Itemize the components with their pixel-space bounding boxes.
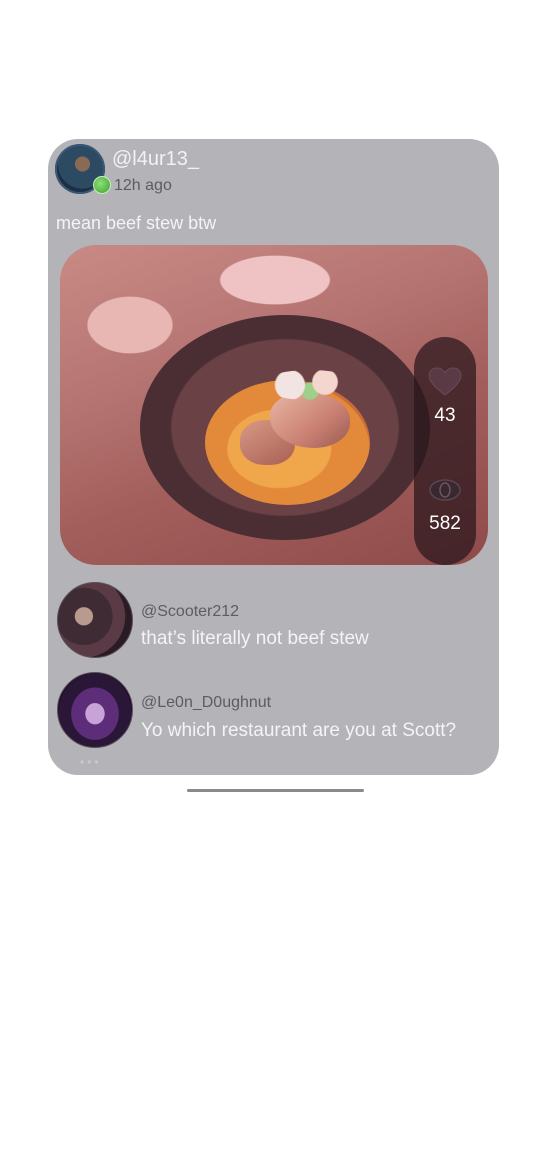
page: @l4ur13_ 12h ago mean beef stew btw 43 5… — [0, 0, 550, 1150]
comments-count: 582 — [429, 513, 461, 534]
comment-text: Yo which restaurant are you at Scott? — [141, 720, 457, 741]
comment-username[interactable]: @Scooter212 — [141, 603, 239, 621]
likes-count: 43 — [434, 405, 456, 426]
comment-avatar[interactable] — [57, 582, 133, 658]
comment-username[interactable]: @Le0n_D0ughnut — [141, 694, 271, 712]
post-photo[interactable]: 43 582 — [60, 245, 488, 565]
heart-icon[interactable] — [428, 367, 462, 397]
online-status-icon — [93, 176, 111, 194]
more-comments-indicator[interactable]: ••• — [80, 755, 102, 769]
post-card[interactable]: @l4ur13_ 12h ago mean beef stew btw 43 5… — [48, 139, 499, 775]
stats-overlay: 43 582 — [414, 337, 476, 565]
comment-text: that’s literally not beef stew — [141, 628, 369, 649]
author-username[interactable]: @l4ur13_ — [112, 148, 199, 171]
post-caption: mean beef stew btw — [56, 213, 217, 233]
home-indicator[interactable] — [187, 789, 364, 792]
comment-bubble-icon[interactable] — [428, 477, 462, 503]
comment-avatar[interactable] — [57, 672, 133, 748]
post-timestamp: 12h ago — [114, 177, 172, 194]
garnish-graphic — [260, 370, 360, 400]
